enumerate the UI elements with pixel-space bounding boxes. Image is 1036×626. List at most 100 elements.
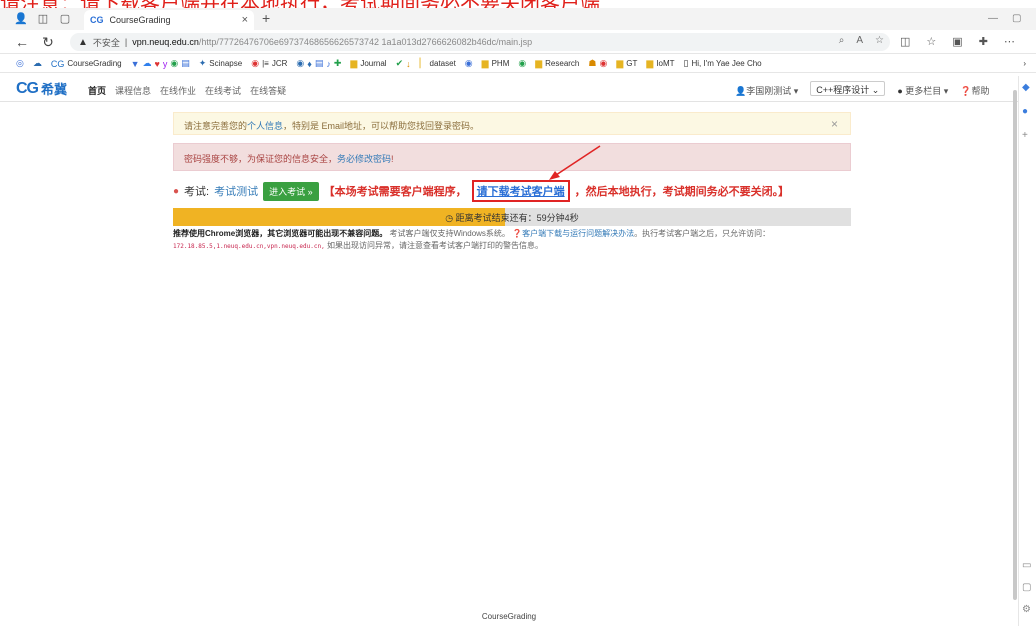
favorite-star-icon[interactable]: ☆ <box>875 35 884 46</box>
workspaces-icon[interactable]: ◫ <box>36 12 50 26</box>
more-icon: ● <box>897 86 903 96</box>
cg-favicon-icon: CG <box>90 15 104 25</box>
collections-icon[interactable]: ▣ <box>952 35 962 48</box>
search-icon[interactable]: ⌕ <box>839 35 845 46</box>
bookmark-iomt[interactable]: ▆ IoMT <box>646 58 674 69</box>
new-tab-icon[interactable]: + <box>262 10 270 26</box>
exam-notice-post: ，然后本地执行，考试期间务必不要关闭。】 <box>574 186 790 198</box>
bookmark-scinapse[interactable]: ✦ Scinapse <box>199 58 242 69</box>
browser-sidebar: ◆ ● + ▭ ▢ ⚙ <box>1018 76 1036 626</box>
folder-icon: ▆ <box>616 58 624 68</box>
copilot-icon[interactable]: ◆ <box>1022 82 1030 93</box>
bookmark-research[interactable]: ▆ Research <box>535 58 579 69</box>
user-menu[interactable]: 👤李国刚测试 ▾ <box>735 84 798 97</box>
maximize-icon[interactable]: ▢ <box>1012 13 1021 24</box>
sidebar-search-icon[interactable]: ● <box>1022 106 1028 117</box>
bookmark-misc[interactable]: ▼ ☁ ♥ y ◉ ▤ <box>131 58 190 69</box>
user-area: 👤李国刚测试 ▾ C++程序设计 ⌄ ● 更多栏目 ▾ ❓帮助 <box>735 81 990 97</box>
window-titlebar: 👤 ◫ ▢ CG CourseGrading × + — ▢ <box>0 8 1036 30</box>
exam-row: ● 考试: 考试测试 进入考试 » 【本场考试需要客户端程序， 请下载考试客户端… <box>173 180 851 202</box>
menu-exam[interactable]: 在线考试 <box>205 84 241 97</box>
bookmark-coursegrading[interactable]: CG CourseGrading <box>51 59 122 69</box>
question-icon: ❓ <box>512 229 523 238</box>
bookmark-chrome[interactable]: ◉ <box>465 58 473 69</box>
folder-icon: ▆ <box>535 58 543 68</box>
bookmark-yae[interactable]: ▯ Hi, I'm Yae Jee Cho <box>684 58 762 69</box>
folder-icon: ▆ <box>646 58 654 68</box>
bookmark-jcr[interactable]: ◉ |≡ JCR <box>251 58 287 69</box>
tab-coursegrading[interactable]: CG CourseGrading × <box>84 10 254 30</box>
close-tab-icon[interactable]: × <box>242 14 248 26</box>
tab-title: CourseGrading <box>109 15 171 25</box>
change-password-link[interactable]: 务必修改密码 <box>337 154 391 164</box>
scinapse-icon: ✦ <box>198 58 207 68</box>
menu-qa[interactable]: 在线答疑 <box>250 84 286 97</box>
bookmark-misc-3[interactable]: ☗ ◉ <box>588 58 607 69</box>
site-logo[interactable]: CG 希冀 <box>16 79 67 98</box>
bookmark-globe[interactable]: ◉ <box>518 58 526 69</box>
minimize-icon[interactable]: — <box>988 13 998 24</box>
bookmark-icons-2[interactable]: ◉ ♦ ▤ ♪ ✚ <box>296 58 341 69</box>
read-aloud-icon[interactable]: A <box>856 35 863 46</box>
url-host: vpn.neuq.edu.cn <box>132 37 199 47</box>
annotation-arrow-icon <box>549 145 601 180</box>
favorites-icon[interactable]: ☆ <box>926 35 936 48</box>
exam-notice-pre: 【本场考试需要客户端程序， <box>323 186 467 198</box>
menu-homework[interactable]: 在线作业 <box>160 84 196 97</box>
bookmark-journal[interactable]: ▆ Journal <box>350 58 386 69</box>
exam-time-progress: ◷ 距离考试结束还有：59分钟4秒 <box>173 208 851 226</box>
tab-actions-icon[interactable]: ▢ <box>58 12 72 26</box>
page-footer: CourseGrading <box>481 612 537 621</box>
sidebar-add-icon[interactable]: + <box>1022 130 1028 141</box>
bookmarks-overflow-icon[interactable]: › <box>1023 59 1026 68</box>
course-select[interactable]: C++程序设计 ⌄ <box>810 81 886 96</box>
folder-icon: ▏ <box>419 58 427 68</box>
split-screen-icon[interactable]: ◫ <box>900 35 910 48</box>
profile-warning-alert: 请注意完善您的个人信息，特别是 Email地址，可以帮助您找回登录密码。 × <box>173 112 851 135</box>
user-icon: 👤 <box>735 86 747 96</box>
bookmark-cloud[interactable]: ☁ <box>33 58 42 69</box>
clock-icon: ◷ <box>445 213 454 223</box>
jcr-icon: |≡ <box>262 59 269 68</box>
bookmark-phm[interactable]: ▆ PHM <box>482 58 510 69</box>
folder-icon: ▆ <box>481 58 489 68</box>
bookmark-gt[interactable]: ▆ GT <box>616 58 637 69</box>
bookmark-check[interactable]: ✔ ↓ <box>396 58 411 69</box>
enter-exam-button[interactable]: 进入考试 » <box>263 181 319 201</box>
password-danger-alert: 密码强度不够，为保证您的信息安全，务必修改密码! <box>173 143 851 171</box>
bookmark-icon-1[interactable]: ◎ <box>16 58 24 69</box>
extensions-icon[interactable]: ✚ <box>979 35 988 48</box>
main-menu: 首页 课程信息 在线作业 在线考试 在线答疑 <box>88 84 286 97</box>
address-bar-row: ← ↻ ▲ 不安全 | vpn.neuq.edu.cn/http/7772647… <box>0 30 1036 54</box>
help-link[interactable]: ❓帮助 <box>960 84 989 97</box>
site-navbar: CG 希冀 首页 课程信息 在线作业 在线考试 在线答疑 👤李国刚测试 ▾ C+… <box>0 76 1018 102</box>
download-client-link[interactable]: 请下载考试客户端 <box>477 186 565 198</box>
profile-icon[interactable]: 👤 <box>14 12 28 26</box>
help-icon: ❓ <box>960 86 972 96</box>
sidebar-settings-icon[interactable]: ⚙ <box>1022 604 1031 615</box>
exam-dot-icon: ● <box>173 185 180 197</box>
back-icon[interactable]: ← <box>14 34 30 50</box>
url-input[interactable]: ▲ 不安全 | vpn.neuq.edu.cn/http/77726476706… <box>70 33 890 51</box>
exam-name-link[interactable]: 考试测试 <box>214 183 258 199</box>
bookmark-dataset[interactable]: ▏ dataset <box>420 58 456 69</box>
menu-home[interactable]: 首页 <box>88 84 106 97</box>
page-scrollbar[interactable] <box>1013 90 1017 600</box>
annotation-caption: 请注意：请下载客户端并在本地执行，考试期间务必不要关闭客户端 <box>0 0 1036 8</box>
personal-info-link[interactable]: 个人信息 <box>247 121 283 131</box>
cg-icon: CG <box>50 58 65 69</box>
sidebar-layout-icon[interactable]: ▭ <box>1022 560 1031 571</box>
exam-notes: 推荐使用Chrome浏览器，其它浏览器可能出现不兼容问题。 考试客户端仅支持Wi… <box>173 229 771 250</box>
more-menu-icon[interactable]: ⋯ <box>1004 35 1015 48</box>
url-text: vpn.neuq.edu.cn/http/77726476706e6973746… <box>132 37 532 47</box>
sidebar-window-icon[interactable]: ▢ <box>1022 582 1031 593</box>
close-alert-icon[interactable]: × <box>831 117 838 131</box>
allowed-hosts: 172.18.85.5,1.neuq.edu.cn,vpn.neuq.edu.c… <box>173 243 325 250</box>
more-columns-menu[interactable]: ● 更多栏目 ▾ <box>897 84 948 97</box>
client-help-link[interactable]: ❓客户端下载与运行问题解决办法 <box>512 229 634 238</box>
menu-course-info[interactable]: 课程信息 <box>115 84 151 97</box>
insecure-label: 不安全 <box>92 37 120 48</box>
refresh-icon[interactable]: ↻ <box>40 34 56 50</box>
folder-icon: ▆ <box>350 58 358 68</box>
download-client-highlight: 请下载考试客户端 <box>471 180 570 202</box>
